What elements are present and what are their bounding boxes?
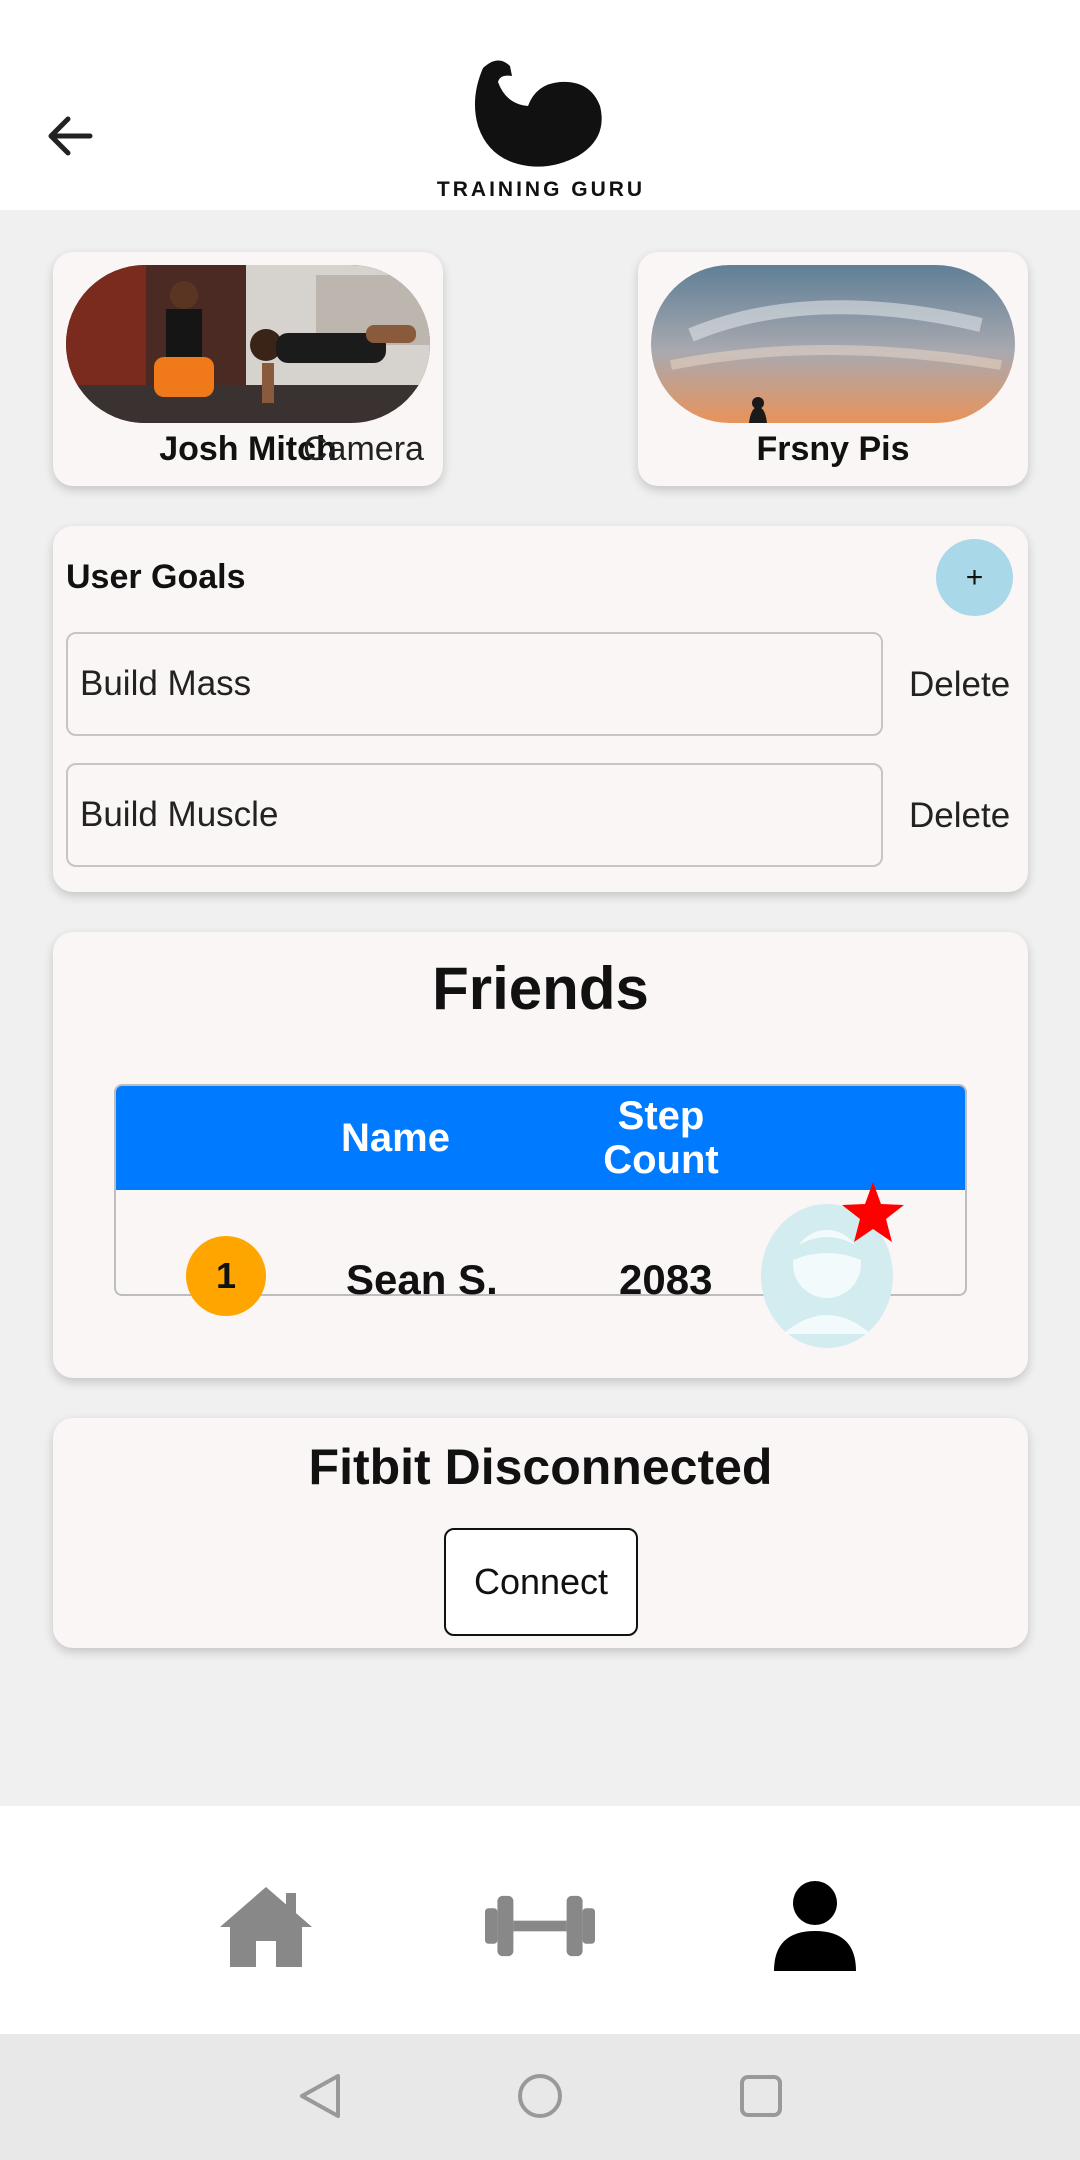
profile-icon <box>774 1881 856 1971</box>
fitbit-card: Fitbit Disconnected Connect <box>53 1418 1028 1648</box>
add-goal-button[interactable]: + <box>936 539 1013 616</box>
rank-badge: 1 <box>186 1236 266 1316</box>
column-header-name: Name <box>341 1116 450 1160</box>
logo-text: TRAINING GURU <box>436 178 646 201</box>
flexed-arm-icon <box>474 60 602 167</box>
friend-name: Sean S. <box>346 1256 498 1303</box>
system-navigation-bar <box>0 2034 1080 2160</box>
nav-home[interactable] <box>211 1876 321 1976</box>
table-header: Name Step Count <box>116 1086 965 1190</box>
system-back-button[interactable] <box>290 2066 350 2126</box>
connect-button[interactable]: Connect <box>444 1528 638 1636</box>
profile-card-josh[interactable]: Josh Mitch Camera <box>53 252 443 486</box>
system-home-button[interactable] <box>510 2066 570 2126</box>
system-recents-button[interactable] <box>731 2066 791 2126</box>
nav-profile[interactable] <box>760 1876 870 1976</box>
arrow-left-icon <box>48 116 93 156</box>
friends-card: Friends Name Step Count 1 Sean S. 2083 <box>53 932 1028 1378</box>
friends-title: Friends <box>432 955 649 1022</box>
training-guru-logo: TRAINING GURU <box>428 56 654 210</box>
dumbbell-icon <box>485 1895 595 1957</box>
delete-goal-button[interactable]: Delete <box>909 796 1019 836</box>
camera-label[interactable]: Camera <box>303 430 424 469</box>
profile-card-frsny[interactable]: Frsny Pis <box>638 252 1028 486</box>
fitbit-status: Fitbit Disconnected <box>308 1439 773 1495</box>
circle-home-icon <box>518 2074 562 2118</box>
goals-title: User Goals <box>66 558 246 596</box>
triangle-back-icon <box>300 2074 340 2118</box>
goal-input[interactable] <box>66 763 883 867</box>
user-goals-card: User Goals + Delete Delete <box>53 526 1028 892</box>
back-button[interactable] <box>38 108 102 164</box>
square-recents-icon <box>740 2075 782 2117</box>
star-icon[interactable] <box>840 1180 906 1246</box>
home-icon <box>220 1887 312 1967</box>
bottom-navigation <box>0 1806 1080 2034</box>
profile-photo-sky <box>651 265 1015 423</box>
app-header: TRAINING GURU <box>0 0 1080 210</box>
goal-input[interactable] <box>66 632 883 736</box>
friend-step-count: 2083 <box>619 1256 713 1303</box>
profile-photo-gym <box>66 265 430 423</box>
nav-workouts[interactable] <box>485 1876 595 1976</box>
profile-name: Frsny Pis <box>756 430 910 468</box>
delete-goal-button[interactable]: Delete <box>909 665 1019 705</box>
column-header-step-count: Step Count <box>603 1094 719 1182</box>
